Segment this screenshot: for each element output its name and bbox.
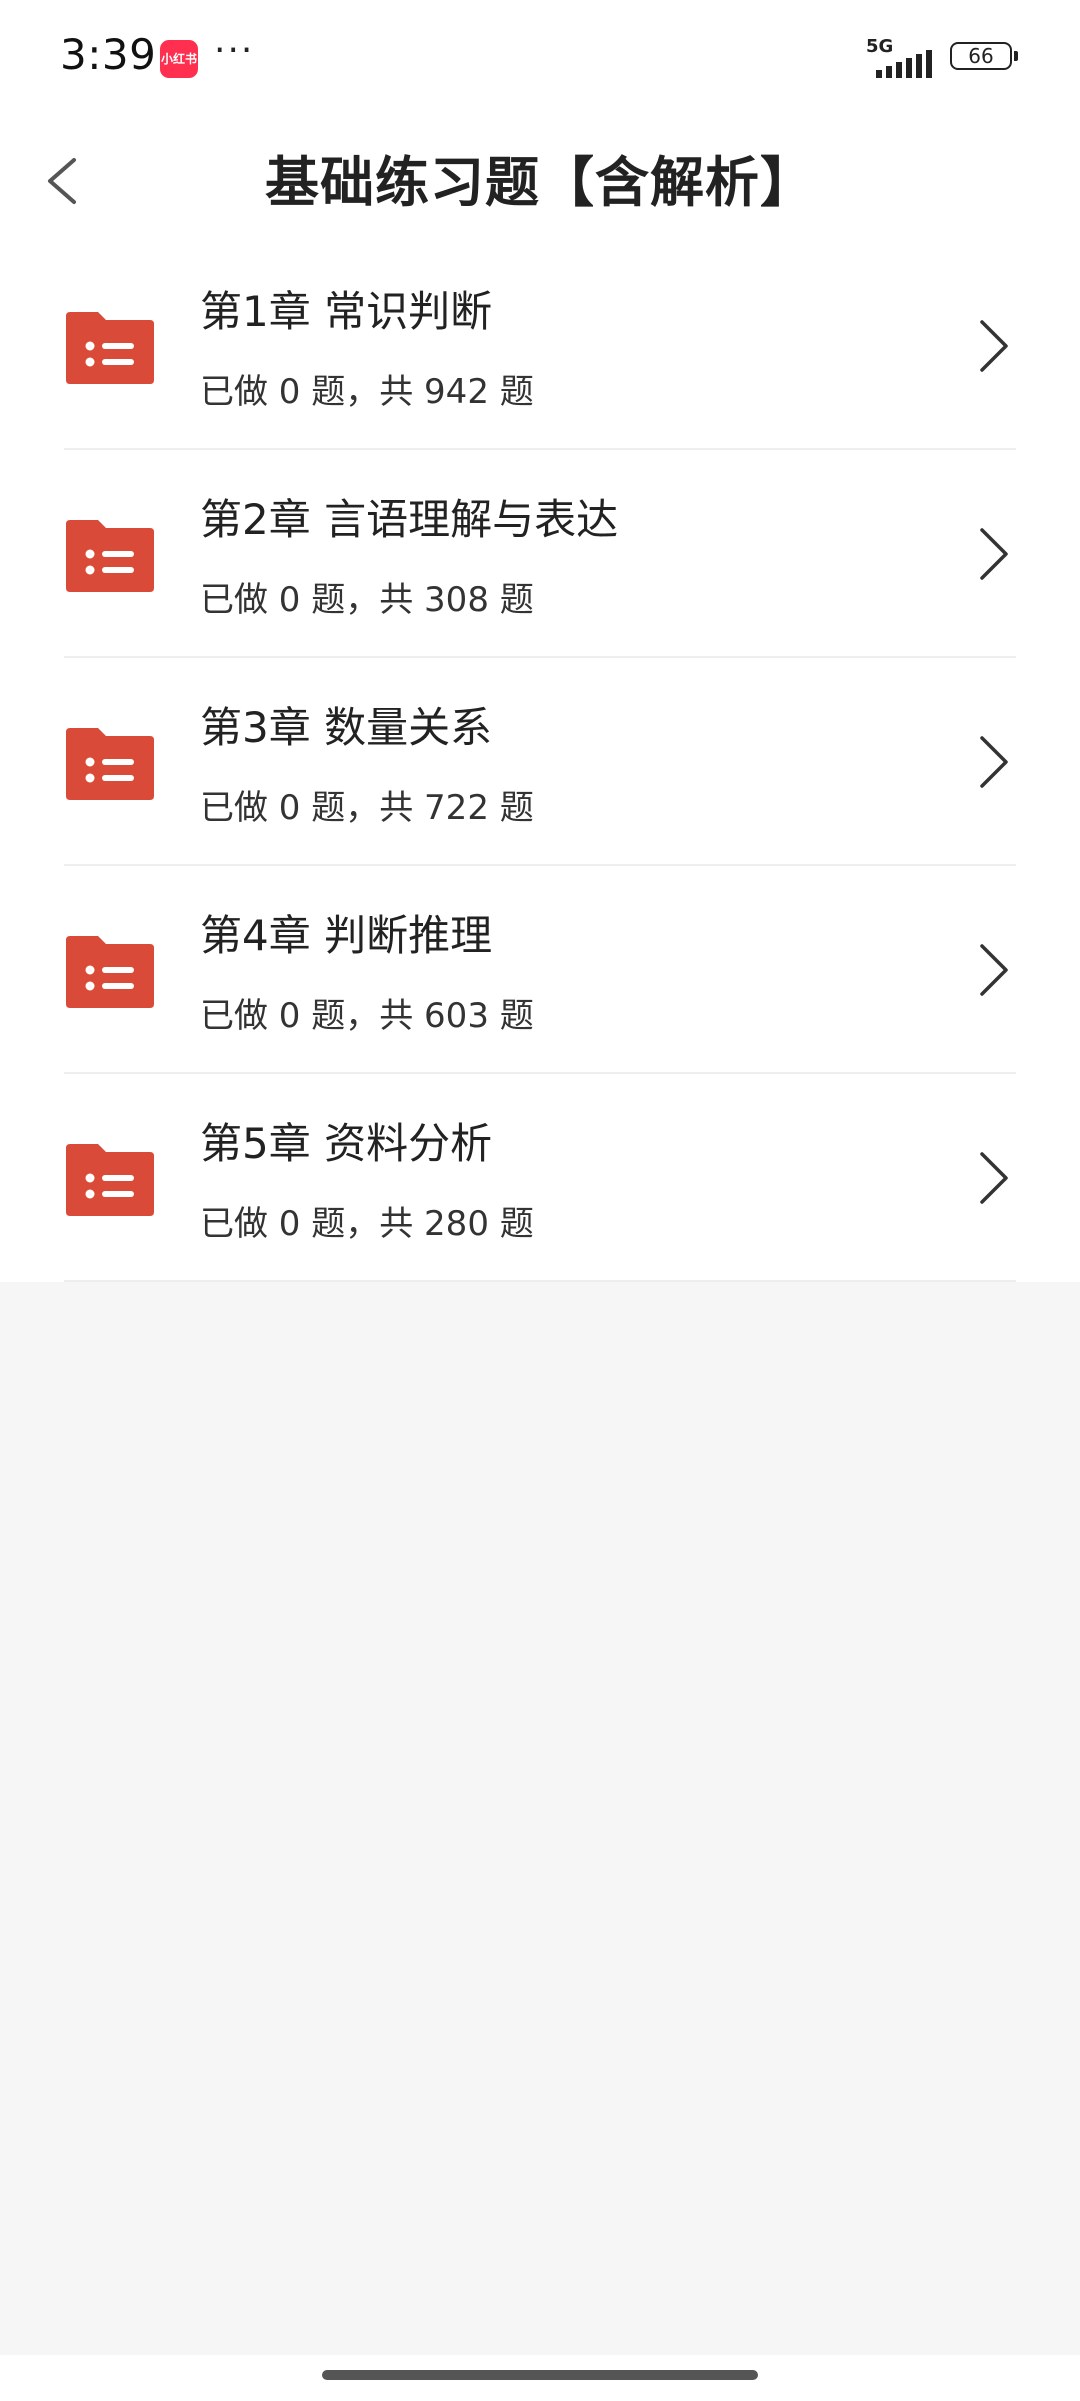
chevron-right-icon [980,736,1008,788]
chapter-title: 第2章 言语理解与表达 [200,495,619,544]
folder-list-icon [66,312,154,384]
battery-level: 66 [968,44,994,68]
status-bar: 3:39 小红书 ··· 5G 66 [0,0,1080,118]
chapter-title: 第4章 判断推理 [200,911,493,960]
chapter-title: 第5章 资料分析 [200,1119,493,1168]
home-indicator[interactable] [322,2370,758,2380]
chapter-progress: 已做 0 题，共 280 题 [200,1204,534,1244]
chevron-right-icon [980,320,1008,372]
chevron-right-icon [980,1152,1008,1204]
chapter-item-2[interactable]: 第2章 言语理解与表达 已做 0 题，共 308 题 [0,450,1080,658]
app-bar: 基础练习题【含解析】 [0,118,1080,244]
chapter-title: 第1章 常识判断 [200,287,493,336]
folder-list-icon [66,520,154,592]
chapter-item-4[interactable]: 第4章 判断推理 已做 0 题，共 603 题 [0,866,1080,1074]
chapter-title: 第3章 数量关系 [200,703,493,752]
chapter-item-1[interactable]: 第1章 常识判断 已做 0 题，共 942 题 [0,242,1080,450]
folder-list-icon [66,936,154,1008]
chapter-progress: 已做 0 题，共 603 题 [200,996,534,1036]
chapter-progress: 已做 0 题，共 308 题 [200,580,534,620]
battery-indicator: 66 [950,42,1018,72]
page-title: 基础练习题【含解析】 [265,151,815,214]
chapter-progress: 已做 0 题，共 942 题 [200,372,534,412]
chapter-item-5[interactable]: 第5章 资料分析 已做 0 题，共 280 题 [0,1074,1080,1282]
folder-list-icon [66,1144,154,1216]
chevron-right-icon [980,528,1008,580]
folder-list-icon [66,728,154,800]
xiaohongshu-app-icon: 小红书 [160,40,198,78]
chevron-right-icon [980,944,1008,996]
chapter-progress: 已做 0 题，共 722 题 [200,788,534,828]
divider [64,1280,1016,1282]
status-time: 3:39 [60,30,157,79]
signal-strength-icon [876,50,932,78]
chapter-list: 第1章 常识判断 已做 0 题，共 942 题 第2章 言语理解与表达 已做 0… [0,242,1080,1282]
chapter-item-3[interactable]: 第3章 数量关系 已做 0 题，共 722 题 [0,658,1080,866]
battery-cap [1014,51,1018,61]
more-notifications-icon: ··· [214,30,255,71]
network-indicator: 5G [866,36,936,78]
